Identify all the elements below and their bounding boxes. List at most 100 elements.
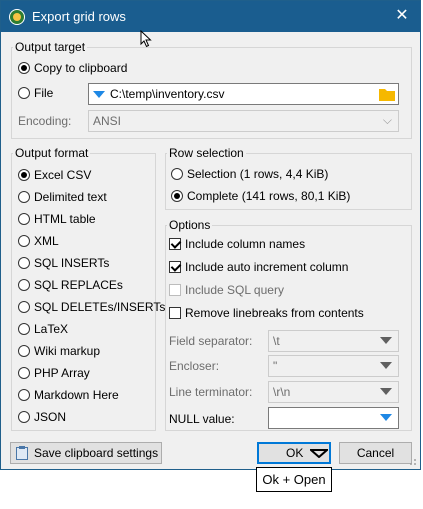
radio-indicator (18, 279, 30, 291)
complete-label: Complete (141 rows, 80,1 KiB) (187, 189, 351, 203)
output-format-label: Output format (13, 146, 91, 160)
format-label: SQL DELETEs/INSERTs (34, 300, 166, 314)
radio-indicator (18, 301, 30, 313)
selection-label: Selection (1 rows, 4,4 KiB) (187, 167, 329, 181)
encoding-label: Encoding: (18, 114, 72, 128)
cancel-button[interactable]: Cancel (339, 442, 412, 464)
format-excel-csv[interactable]: Excel CSV (18, 168, 91, 182)
format-php-array[interactable]: PHP Array (18, 366, 90, 380)
format-delimited-text[interactable]: Delimited text (18, 190, 107, 204)
encoding-value: ANSI (93, 114, 122, 128)
radio-indicator (18, 87, 30, 99)
options-label: Options (167, 218, 213, 232)
ok-label: OK (286, 446, 304, 460)
format-label: XML (34, 234, 59, 248)
format-label: HTML table (34, 212, 96, 226)
format-label: Wiki markup (34, 344, 101, 358)
ok-button[interactable]: OK (257, 442, 331, 464)
format-sql-replaces[interactable]: SQL REPLACEs (18, 278, 123, 292)
checkbox-indicator (169, 238, 181, 250)
title-bar[interactable]: Export grid rows ✕ (1, 1, 420, 32)
format-wiki-markup[interactable]: Wiki markup (18, 344, 100, 358)
format-label: SQL REPLACEs (34, 278, 123, 292)
checkbox-indicator (169, 307, 181, 319)
checkbox-indicator (169, 284, 181, 296)
format-label: PHP Array (34, 366, 90, 380)
encoding-select[interactable]: ANSI ⌵ (88, 110, 399, 132)
format-json[interactable]: JSON (18, 410, 66, 424)
file-path-value: C:\temp\inventory.csv (110, 87, 225, 101)
dropdown-arrow-icon[interactable] (310, 449, 328, 458)
format-sql-inserts[interactable]: SQL INSERTs (18, 256, 109, 270)
remove-linebreaks-checkbox[interactable]: Remove linebreaks from contents (169, 306, 364, 320)
radio-indicator (18, 191, 30, 203)
copy-to-clipboard-label: Copy to clipboard (34, 61, 128, 75)
dropdown-arrow-icon[interactable] (380, 414, 392, 421)
chevron-down-icon: ⌵ (382, 113, 392, 127)
dropdown-arrow-icon (380, 388, 392, 395)
folder-icon[interactable] (379, 87, 395, 101)
complete-radio[interactable]: Complete (141 rows, 80,1 KiB) (171, 189, 350, 203)
output-target-label: Output target (13, 40, 88, 54)
radio-indicator (18, 213, 30, 225)
format-label: Markdown Here (34, 388, 119, 402)
dropdown-arrow-icon[interactable] (93, 91, 105, 98)
include-auto-increment-checkbox[interactable]: Include auto increment column (169, 260, 348, 274)
file-radio[interactable]: File (18, 86, 53, 100)
format-label: Excel CSV (34, 168, 92, 182)
file-path-input[interactable]: C:\temp\inventory.csv (88, 83, 399, 105)
format-latex[interactable]: LaTeX (18, 322, 68, 336)
radio-indicator (18, 257, 30, 269)
field-separator-value: \t (273, 334, 280, 348)
format-html-table[interactable]: HTML table (18, 212, 96, 226)
format-label: JSON (34, 410, 67, 424)
save-clipboard-settings-button[interactable]: Save clipboard settings (10, 442, 162, 464)
line-terminator-value: \r\n (273, 385, 291, 399)
radio-indicator (18, 323, 30, 335)
encloser-value: " (273, 359, 278, 373)
selection-radio[interactable]: Selection (1 rows, 4,4 KiB) (171, 167, 328, 181)
radio-indicator (18, 169, 30, 181)
field-separator-label: Field separator: (169, 334, 253, 348)
window-title: Export grid rows (32, 9, 126, 24)
radio-indicator (18, 62, 30, 74)
row-selection-label: Row selection (167, 146, 246, 160)
format-label: LaTeX (34, 322, 69, 336)
radio-indicator (18, 345, 30, 357)
export-dialog: Export grid rows ✕ Output target Copy to… (0, 0, 421, 470)
format-xml[interactable]: XML (18, 234, 59, 248)
format-label: Delimited text (34, 190, 107, 204)
resize-grip-icon[interactable] (407, 456, 417, 466)
format-label: SQL INSERTs (34, 256, 110, 270)
include-sql-query-label: Include SQL query (185, 283, 284, 297)
radio-indicator (18, 367, 30, 379)
close-icon[interactable]: ✕ (394, 8, 410, 24)
line-terminator-label: Line terminator: (169, 385, 253, 399)
checkbox-indicator (169, 261, 181, 273)
include-column-names-checkbox[interactable]: Include column names (169, 237, 305, 251)
radio-indicator (18, 235, 30, 247)
null-value-label: NULL value: (169, 412, 235, 426)
save-clipboard-settings-label: Save clipboard settings (34, 446, 159, 460)
radio-indicator (18, 389, 30, 401)
ok-button-tooltip: Ok + Open (256, 467, 332, 492)
encloser-select[interactable]: " (268, 355, 399, 377)
app-logo-icon (9, 9, 25, 25)
line-terminator-select[interactable]: \r\n (268, 381, 399, 403)
remove-linebreaks-label: Remove linebreaks from contents (185, 306, 364, 320)
mouse-cursor-icon (140, 30, 152, 48)
null-value-input[interactable] (268, 407, 399, 429)
format-markdown-here[interactable]: Markdown Here (18, 388, 119, 402)
encloser-label: Encloser: (169, 359, 220, 373)
format-sql-deletes-inserts[interactable]: SQL DELETEs/INSERTs (18, 300, 165, 314)
include-sql-query-checkbox[interactable]: Include SQL query (169, 283, 284, 297)
radio-indicator (18, 411, 30, 423)
include-auto-increment-label: Include auto increment column (185, 260, 349, 274)
dropdown-arrow-icon (380, 337, 392, 344)
include-column-names-label: Include column names (185, 237, 306, 251)
dropdown-arrow-icon (380, 362, 392, 369)
copy-to-clipboard-radio[interactable]: Copy to clipboard (18, 61, 127, 75)
radio-indicator (171, 190, 183, 202)
clipboard-icon (16, 446, 28, 460)
field-separator-select[interactable]: \t (268, 330, 399, 352)
